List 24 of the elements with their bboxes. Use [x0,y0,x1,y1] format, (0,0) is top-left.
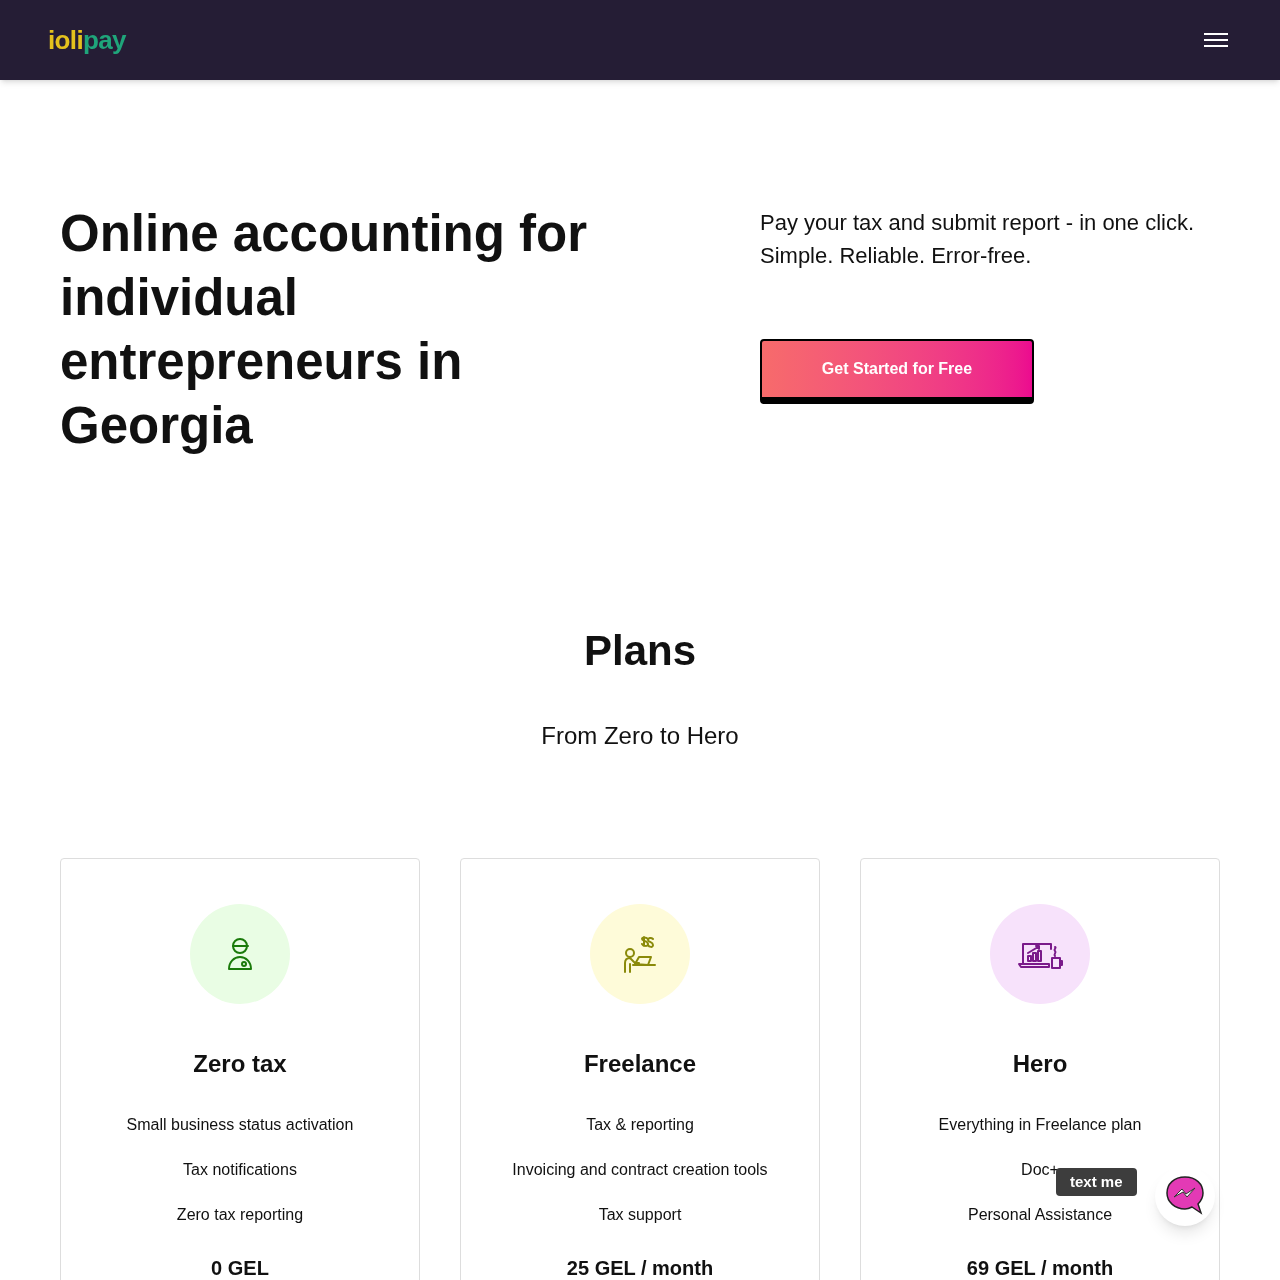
logo[interactable]: iolipay [48,20,126,60]
plan-feature: Zero tax reporting [176,1206,304,1224]
plan-price: 25 GEL / month [566,1258,714,1278]
section-subtitle: From Zero to Hero [541,721,739,751]
section-heading: Plans [583,626,697,676]
plan-name: Freelance [583,1049,697,1079]
plan-feature: Tax support [598,1206,682,1224]
get-started-button[interactable]: Get Started for Free [760,339,1034,404]
chat-tooltip: text me [1056,1168,1137,1196]
plan-feature: Everything in Freelance plan [938,1116,1142,1134]
plan-feature: Small business status activation [126,1116,354,1134]
plan-feature: Personal Assistance [967,1206,1113,1224]
hero-text: Simple. Reliable. Error-free. [760,242,1033,270]
plan-price: 0 GEL [211,1258,269,1278]
plan-feature: Tax & reporting [586,1116,694,1134]
plan-price: 69 GEL / month [966,1258,1114,1278]
hero-text: Pay your tax and submit report - in one click. [760,209,1195,237]
menu-icon[interactable] [1204,31,1228,49]
plan-name: Zero tax [193,1049,287,1079]
plan-feature: Tax notifications [183,1161,297,1179]
hero-heading: Online accounting for individual entrepreneurs in Georgia [60,204,588,456]
plan-name: Hero [1012,1049,1068,1079]
plan-feature: Doc+ [1021,1161,1059,1179]
plan-feature: Invoicing and contract creation tools [512,1161,768,1179]
